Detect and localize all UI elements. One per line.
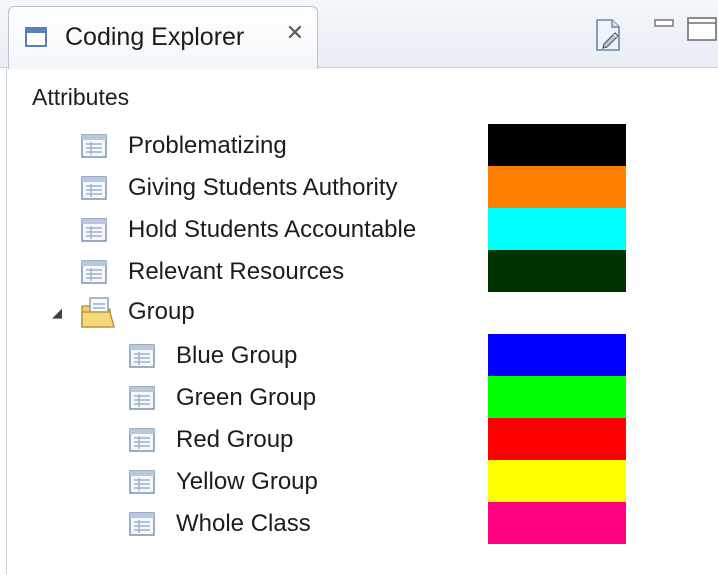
table-icon [129, 386, 155, 410]
attribute-label: Problematizing [128, 132, 287, 159]
color-swatch[interactable] [488, 502, 626, 544]
table-icon [129, 512, 155, 536]
tree-item-red-group[interactable]: Red Group [128, 422, 293, 458]
color-swatch[interactable] [488, 334, 626, 376]
view-left-border [6, 68, 7, 574]
attribute-label: Blue Group [176, 342, 298, 369]
table-icon [129, 344, 155, 368]
attributes-heading: Attributes [32, 84, 130, 110]
expanded-triangle-icon[interactable]: ◢ [50, 306, 64, 320]
tree-item-green-group[interactable]: Green Group [128, 380, 316, 416]
color-swatch[interactable] [488, 376, 626, 418]
group-label[interactable]: Group [128, 298, 195, 326]
color-swatch[interactable] [488, 208, 626, 250]
view-icon [25, 27, 47, 47]
color-swatch[interactable] [488, 460, 626, 502]
attribute-label: Yellow Group [176, 468, 318, 495]
tree-item-whole-class[interactable]: Whole Class [128, 506, 311, 542]
tree-item-hold-students-accountable[interactable]: Hold Students Accountable [80, 212, 416, 248]
folder-icon [81, 297, 115, 328]
tree-item-blue-group[interactable]: Blue Group [128, 338, 297, 374]
tree-item-problematizing[interactable]: Problematizing [80, 128, 287, 164]
view-tab-bar: Coding Explorer ✕ [0, 0, 718, 69]
tab-coding-explorer[interactable]: Coding Explorer ✕ [8, 6, 318, 69]
attribute-label: Green Group [176, 384, 317, 411]
maximize-icon[interactable] [686, 14, 718, 42]
tab-title: Coding Explorer [65, 23, 245, 51]
table-icon [81, 218, 107, 242]
color-swatch[interactable] [488, 124, 626, 166]
table-icon [81, 176, 107, 200]
minimize-icon[interactable] [654, 18, 674, 30]
edit-document-icon[interactable] [594, 18, 622, 52]
color-swatch[interactable] [488, 166, 626, 208]
coding-explorer-view: Coding Explorer ✕ Attributes Problematiz… [0, 0, 718, 574]
close-icon[interactable]: ✕ [281, 19, 309, 47]
tree-item-giving-students-authority[interactable]: Giving Students Authority [80, 170, 397, 206]
table-icon [81, 134, 107, 158]
attribute-label: Whole Class [176, 510, 311, 537]
color-swatch[interactable] [488, 418, 626, 460]
color-swatch[interactable] [488, 250, 626, 292]
table-icon [129, 428, 155, 452]
attribute-label: Hold Students Accountable [128, 216, 417, 243]
table-icon [81, 260, 107, 284]
tree-item-relevant-resources[interactable]: Relevant Resources [80, 254, 344, 290]
tree-item-yellow-group[interactable]: Yellow Group [128, 464, 318, 500]
attribute-label: Red Group [176, 426, 294, 453]
table-icon [129, 470, 155, 494]
attribute-label: Relevant Resources [128, 258, 345, 285]
attribute-label: Giving Students Authority [128, 174, 398, 201]
